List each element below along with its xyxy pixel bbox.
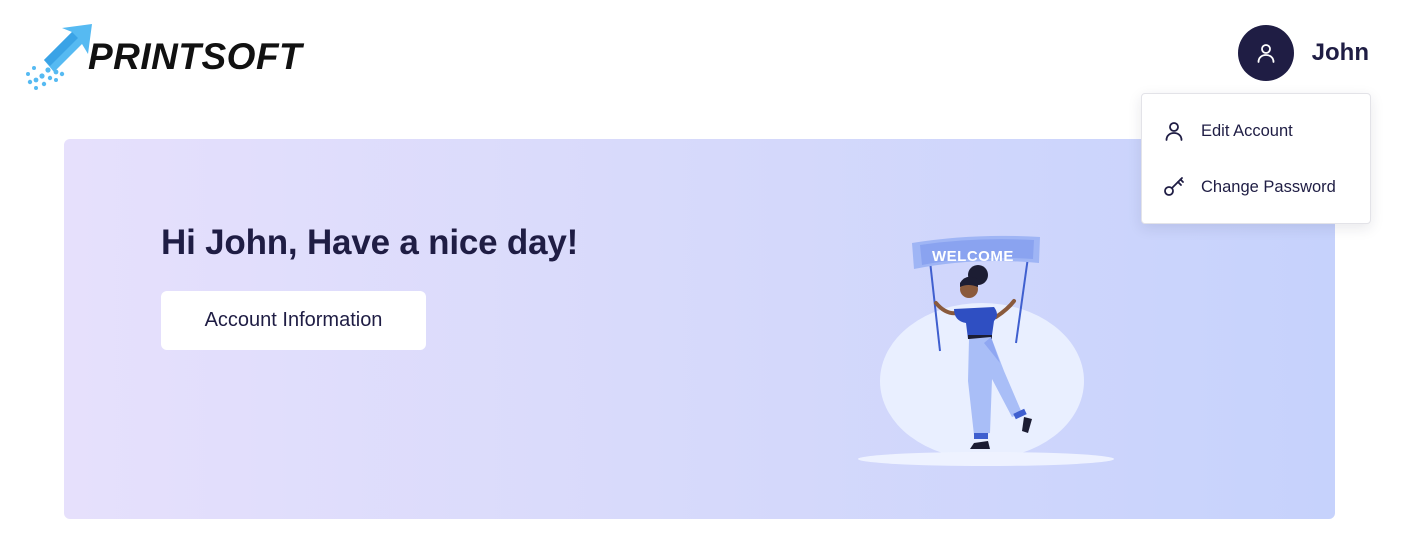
menu-item-edit-account[interactable]: Edit Account [1142,106,1370,156]
user-icon [1162,119,1186,143]
menu-item-label: Edit Account [1201,121,1293,140]
user-name[interactable]: John [1312,39,1369,67]
page: PRINTSOFT John Edit Account Change Passw… [0,0,1413,549]
greeting-heading: Hi John, Have a nice day! [161,223,579,262]
welcome-illustration: WELCOME [858,235,1114,466]
user-icon [1257,44,1275,63]
user-dropdown-menu: Edit Account Change Password [1141,93,1371,224]
menu-item-change-password[interactable]: Change Password [1142,162,1370,212]
menu-item-label: Change Password [1201,177,1336,196]
key-icon [1162,175,1186,199]
brand-logo[interactable]: PRINTSOFT [22,22,322,90]
account-information-button[interactable]: Account Information [161,291,426,350]
welcome-sign-text: WELCOME [932,248,1014,265]
avatar[interactable] [1237,25,1294,81]
user-menu[interactable]: John [1237,25,1369,81]
brand-name: PRINTSOFT [88,36,303,77]
